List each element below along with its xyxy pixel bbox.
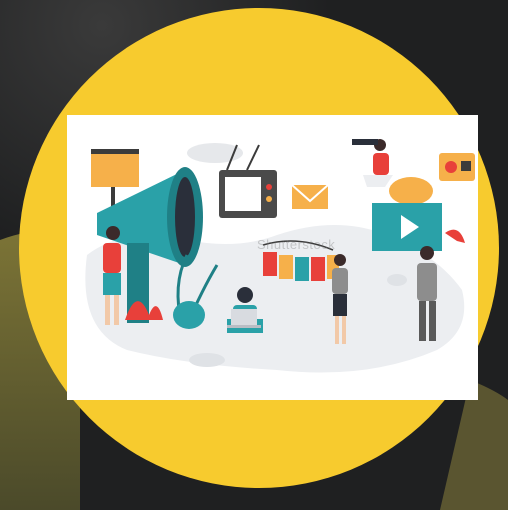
cloud-blob-2 — [189, 353, 225, 367]
laptop-icon — [227, 309, 261, 328]
radio-icon — [439, 153, 475, 181]
person-telescope — [352, 139, 393, 187]
speech-bubble — [389, 177, 433, 205]
marketing-illustration — [85, 139, 475, 373]
envelope-icon — [291, 184, 329, 209]
speech-bubble-red — [445, 229, 465, 243]
illustration-card: Shutterstock — [67, 115, 478, 400]
watermark-text: Shutterstock — [257, 237, 336, 252]
cloud-blob-3 — [387, 274, 407, 286]
video-player-icon — [372, 203, 442, 251]
